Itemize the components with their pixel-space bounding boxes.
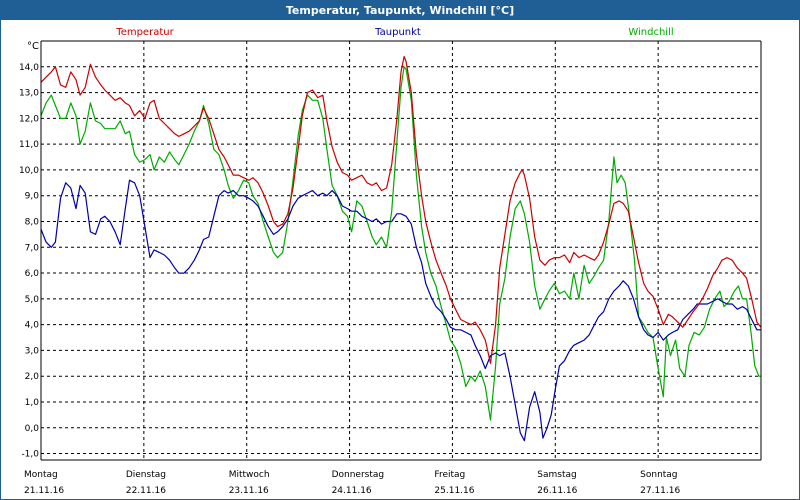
y-tick-label: 14,0 (19, 63, 39, 73)
y-tick-label: 3,0 (25, 346, 40, 356)
legend-entry-windchill: Windchill (628, 27, 673, 38)
x-tick-date-label: 23.11.16 (229, 486, 269, 496)
y-tick-label: 12,0 (19, 114, 39, 124)
y-tick-label: 13,0 (19, 89, 39, 99)
chart-window: Temperatur, Taupunkt, Windchill [°C] -1,… (0, 0, 800, 500)
x-tick-day-label: Mittwoch (229, 470, 270, 480)
y-tick-label: 11,0 (19, 140, 39, 150)
legend-entry-taupunkt: Taupunkt (374, 27, 421, 38)
x-tick-date-label: 22.11.16 (126, 486, 166, 496)
y-axis-unit-label: °C (27, 41, 39, 52)
legend-entry-temperatur: Temperatur (115, 27, 174, 38)
y-tick-label: 6,0 (25, 269, 40, 279)
y-tick-label: 7,0 (25, 243, 40, 253)
x-tick-day-label: Montag (24, 470, 58, 480)
y-tick-label: 9,0 (25, 192, 40, 202)
y-tick-label: 10,0 (19, 166, 39, 176)
x-tick-day-label: Samstag (537, 470, 576, 480)
y-tick-label: 1,0 (25, 398, 40, 408)
y-axis-ticks: -1,0 0,0 1,0 2,0 3,0 4,0 5,0 6,0 7,0 8,0 9,0 10,0 11… (19, 63, 39, 460)
x-tick-date-label: 21.11.16 (24, 486, 64, 496)
y-tick-label: 2,0 (25, 372, 40, 382)
x-tick-day-label: Donnerstag (332, 470, 385, 480)
y-tick-label: 8,0 (25, 217, 40, 227)
x-tick-date-label: 24.11.16 (332, 486, 372, 496)
y-tick-label: -1,0 (21, 450, 39, 460)
x-tick-day-label: Dienstag (126, 470, 166, 480)
x-tick-date-label: 26.11.16 (537, 486, 577, 496)
x-tick-date-label: 27.11.16 (640, 486, 680, 496)
y-tick-label: 5,0 (25, 295, 40, 305)
y-tick-label: 4,0 (25, 321, 40, 331)
x-tick-day-label: Sonntag (640, 470, 677, 480)
legend: Temperatur Taupunkt Windchill (115, 27, 673, 38)
y-tick-label: 0,0 (25, 424, 40, 434)
line-chart: -1,0 0,0 1,0 2,0 3,0 4,0 5,0 6,0 7,0 8,0 9,0 10,0 11… (19, 27, 762, 496)
x-tick-date-label: 25.11.16 (434, 486, 474, 496)
x-axis-ticks: Montag 21.11.16 Dienstag 22.11.16 Mittwoch 23… (24, 470, 680, 496)
x-tick-day-label: Freitag (434, 470, 465, 480)
chart-title: Temperatur, Taupunkt, Windchill [°C] (1, 1, 799, 20)
